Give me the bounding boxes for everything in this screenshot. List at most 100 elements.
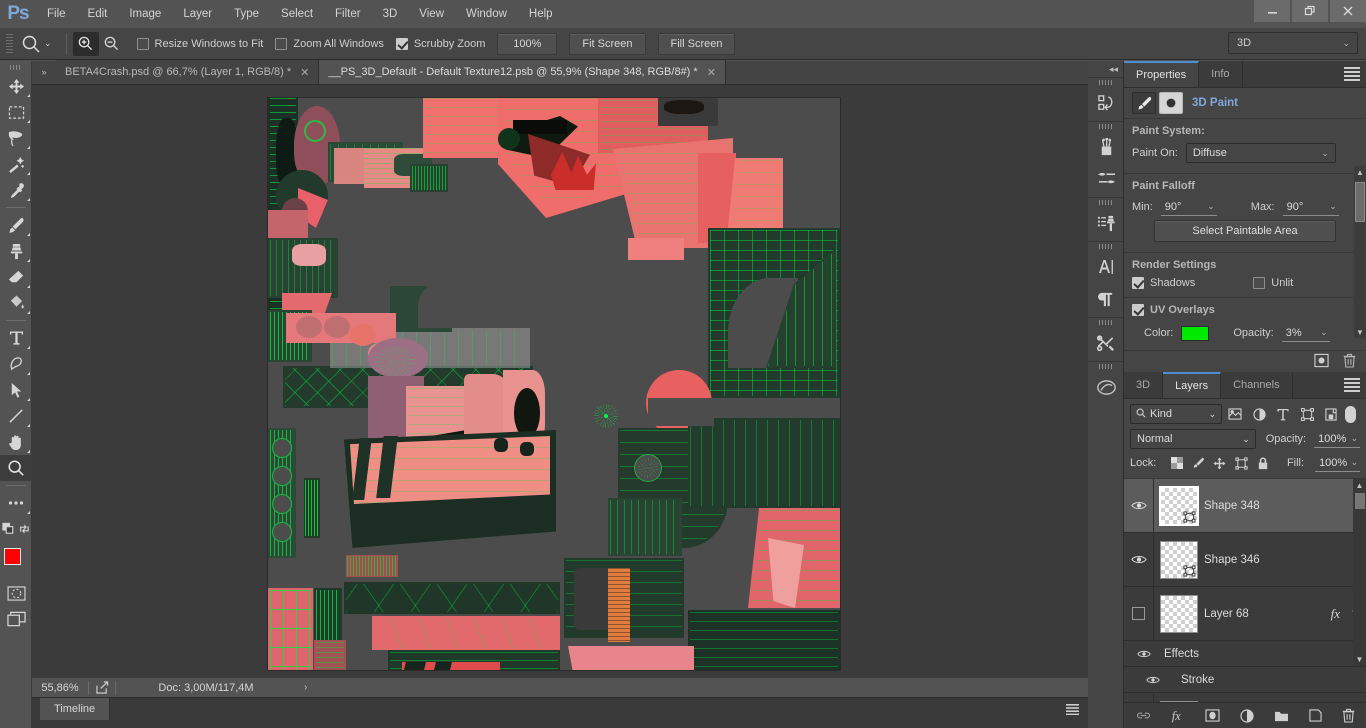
uv-overlays-checkbox[interactable]: UV Overlays	[1132, 304, 1215, 316]
uv-opacity-input[interactable]: 3% ⌄	[1281, 324, 1330, 342]
path-selection-tool[interactable]	[0, 377, 32, 403]
table-row[interactable]: Shape 346	[1124, 533, 1366, 587]
panel-menu-icon[interactable]	[1344, 378, 1360, 392]
zoom-all-windows-checkbox[interactable]: Zoom All Windows	[275, 37, 384, 50]
layer-thumbnail[interactable]	[1160, 540, 1198, 579]
toolbar-grip[interactable]	[0, 61, 32, 73]
quick-mask-button[interactable]	[0, 580, 32, 606]
dock-grip[interactable]	[1088, 198, 1123, 207]
add-layer-mask-icon[interactable]	[1204, 709, 1220, 722]
zoom-out-button[interactable]	[99, 32, 125, 56]
tab-3d[interactable]: 3D	[1124, 372, 1164, 398]
shadows-checkbox[interactable]: Shadows	[1132, 277, 1195, 289]
render-icon[interactable]	[1314, 353, 1329, 371]
filter-toggle[interactable]	[1344, 404, 1357, 424]
menu-type[interactable]: Type	[223, 0, 270, 28]
close-button[interactable]	[1330, 0, 1366, 22]
zoom-tool[interactable]	[0, 455, 32, 481]
lock-all-icon[interactable]	[1253, 454, 1272, 472]
close-icon[interactable]: ✕	[300, 66, 309, 79]
menu-layer[interactable]: Layer	[172, 0, 223, 28]
restore-button[interactable]	[1292, 0, 1328, 22]
uv-color-swatch[interactable]	[1181, 325, 1210, 341]
dock-grip[interactable]	[1088, 362, 1123, 371]
min-falloff-input[interactable]: 90° ⌄	[1160, 198, 1217, 216]
brush-presets-icon[interactable]	[1088, 131, 1124, 163]
new-adjustment-layer-icon[interactable]	[1239, 708, 1254, 723]
minimize-button[interactable]	[1254, 0, 1290, 22]
scroll-up-icon[interactable]: ▲	[1353, 479, 1366, 492]
add-layer-style-icon[interactable]: fx	[1171, 709, 1185, 723]
menu-filter[interactable]: Filter	[324, 0, 372, 28]
edit-toolbar-tool[interactable]	[0, 490, 32, 516]
color-swatches[interactable]	[0, 546, 32, 580]
scrubby-zoom-checkbox[interactable]: Scrubby Zoom	[395, 37, 485, 50]
paint-bucket-tool[interactable]	[0, 290, 32, 316]
menu-file[interactable]: File	[36, 0, 77, 28]
zoom-level[interactable]: 55,86%	[32, 682, 88, 694]
lock-image-pixels-icon[interactable]	[1189, 454, 1208, 472]
share-icon[interactable]	[89, 681, 115, 694]
delete-icon[interactable]	[1343, 353, 1356, 371]
max-falloff-input[interactable]: 90° ⌄	[1282, 198, 1339, 216]
new-layer-icon[interactable]	[1308, 709, 1322, 722]
lock-transparent-pixels-icon[interactable]	[1167, 454, 1186, 472]
paint-on-select[interactable]: Diffuse ⌄	[1185, 143, 1336, 163]
layers-scrollbar[interactable]: ▲ ▼	[1353, 479, 1366, 666]
stroke-visibility-toggle[interactable]	[1124, 667, 1181, 692]
list-item[interactable]: Effects	[1124, 641, 1366, 667]
rectangular-marquee-tool[interactable]	[0, 99, 32, 125]
collapse-panels-icon[interactable]: ◂◂	[1088, 61, 1123, 77]
menu-view[interactable]: View	[408, 0, 455, 28]
options-bar-grip[interactable]	[6, 33, 13, 54]
tab-info[interactable]: Info	[1199, 61, 1243, 87]
filter-pixel-icon[interactable]	[1224, 404, 1246, 424]
brush-settings-icon[interactable]	[1088, 163, 1124, 195]
menu-edit[interactable]: Edit	[77, 0, 119, 28]
fill-screen-button[interactable]: Fill Screen	[657, 32, 736, 55]
filter-type-icon[interactable]	[1272, 404, 1294, 424]
eyedropper-tool[interactable]	[0, 177, 32, 203]
lock-artboard-icon[interactable]	[1232, 454, 1251, 472]
clone-source-icon[interactable]	[1088, 207, 1124, 239]
document-tab-ps3ddefault[interactable]: __PS_3D_Default - Default Texture12.psb …	[319, 60, 726, 84]
zoom-100-button[interactable]: 100%	[497, 32, 558, 55]
scroll-thumb[interactable]	[1355, 493, 1365, 509]
material-sphere-icon[interactable]	[1159, 92, 1183, 114]
status-expand-icon[interactable]: ›	[296, 682, 315, 693]
character-icon[interactable]	[1088, 251, 1124, 283]
scroll-up-icon[interactable]: ▲	[1354, 166, 1366, 178]
tool-preset-picker[interactable]: ⌄	[18, 32, 60, 56]
layer-thumbnail-cell[interactable]	[1154, 594, 1204, 633]
close-icon[interactable]: ✕	[707, 66, 716, 79]
lasso-tool[interactable]	[0, 125, 32, 151]
panel-menu-icon[interactable]	[1344, 67, 1360, 81]
tab-channels[interactable]: Channels	[1221, 372, 1293, 398]
filter-smartobject-icon[interactable]	[1320, 404, 1342, 424]
layer-thumbnail-cell[interactable]	[1154, 485, 1204, 526]
tab-properties[interactable]: Properties	[1124, 61, 1200, 87]
document-tab-beta4crash[interactable]: BETA4Crash.psd @ 66,7% (Layer 1, RGB/8) …	[56, 60, 320, 84]
layer-visibility-toggle[interactable]	[1124, 533, 1154, 586]
scroll-thumb[interactable]	[1355, 182, 1365, 222]
tab-timeline[interactable]: Timeline	[40, 698, 111, 720]
screen-mode-button[interactable]	[0, 606, 32, 632]
paragraph-icon[interactable]	[1088, 283, 1124, 315]
menu-image[interactable]: Image	[118, 0, 172, 28]
unlit-checkbox[interactable]: Unlit	[1253, 277, 1293, 289]
brush-tool[interactable]	[0, 212, 32, 238]
lock-position-icon[interactable]	[1210, 454, 1229, 472]
layer-kind-select[interactable]: Kind ⌄	[1130, 404, 1222, 424]
foreground-color-swatch[interactable]	[4, 548, 21, 565]
new-group-icon[interactable]	[1274, 710, 1289, 722]
select-paintable-area-button[interactable]: Select Paintable Area	[1154, 220, 1336, 242]
canvas-area[interactable]	[32, 85, 1088, 677]
link-layers-icon[interactable]	[1136, 710, 1151, 721]
layer-thumbnail[interactable]	[1160, 594, 1198, 633]
creative-cloud-libraries-icon[interactable]	[1088, 371, 1124, 403]
table-row[interactable]: Shape 348	[1124, 479, 1366, 533]
color-mode-icons[interactable]	[0, 516, 32, 542]
document-canvas[interactable]	[268, 98, 840, 670]
hand-tool[interactable]	[0, 429, 32, 455]
zoom-in-button[interactable]	[72, 31, 99, 56]
